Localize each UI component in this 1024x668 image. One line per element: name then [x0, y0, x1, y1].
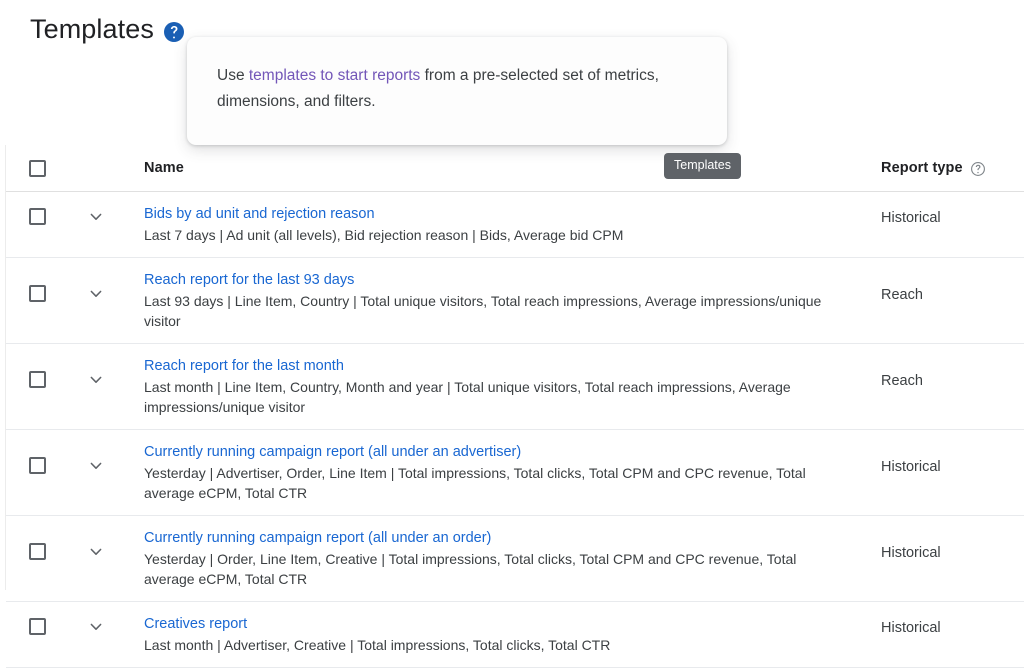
report-type-value: Reach [881, 373, 923, 389]
report-type-value: Historical [881, 545, 941, 561]
report-name-link[interactable]: Currently running campaign report (all u… [144, 528, 846, 548]
row-checkbox-cell [6, 602, 68, 635]
row-report-type-cell: Historical [864, 430, 1024, 489]
report-type-value: Historical [881, 459, 941, 475]
row-report-type-cell: Historical [864, 192, 1024, 240]
page-title: Templates [30, 13, 154, 45]
report-name-link[interactable]: Reach report for the last month [144, 356, 846, 376]
select-all-checkbox[interactable] [29, 160, 46, 177]
row-name-cell: Currently running campaign report (all u… [124, 430, 864, 515]
column-header-name[interactable]: Name [144, 160, 184, 176]
help-circle-outline-icon[interactable] [970, 161, 986, 177]
row-name-cell: Reach report for the last month Last mon… [124, 344, 864, 429]
row-expand-cell [68, 258, 124, 304]
popover-text-before: Use [217, 67, 249, 84]
row-checkbox-cell [6, 516, 68, 560]
table-row[interactable]: Currently running campaign report (all u… [6, 430, 1024, 516]
table-row[interactable]: Currently running campaign report (all u… [6, 516, 1024, 602]
row-name-cell: Currently running campaign report (all u… [124, 516, 864, 601]
row-select-checkbox[interactable] [29, 208, 46, 225]
row-select-checkbox[interactable] [29, 618, 46, 635]
table-row[interactable]: Reach report for the last month Last mon… [6, 344, 1024, 430]
row-expand-cell [68, 192, 124, 227]
row-name-cell: Bids by ad unit and rejection reason Las… [124, 192, 864, 257]
popover-text: Use templates to start reports from a pr… [217, 63, 697, 115]
chevron-down-icon[interactable] [86, 542, 106, 562]
table-row[interactable]: Creatives report Last month | Advertiser… [6, 602, 1024, 668]
row-expand-cell [68, 602, 124, 637]
report-description: Last month | Advertiser, Creative | Tota… [144, 637, 610, 653]
chevron-down-icon[interactable] [86, 284, 106, 304]
row-report-type-cell: Historical [864, 516, 1024, 575]
row-select-checkbox[interactable] [29, 457, 46, 474]
chevron-down-icon[interactable] [86, 370, 106, 390]
report-name-link[interactable]: Currently running campaign report (all u… [144, 442, 846, 462]
table-row[interactable]: Reach report for the last 93 days Last 9… [6, 258, 1024, 344]
row-select-checkbox[interactable] [29, 543, 46, 560]
popover-link[interactable]: templates to start reports [249, 67, 420, 84]
table-row[interactable]: Bids by ad unit and rejection reason Las… [6, 192, 1024, 258]
chevron-down-icon[interactable] [86, 207, 106, 227]
row-checkbox-cell [6, 430, 68, 474]
row-report-type-cell: Reach [864, 344, 1024, 403]
row-name-cell: Reach report for the last 93 days Last 9… [124, 258, 864, 343]
report-description: Yesterday | Advertiser, Order, Line Item… [144, 465, 806, 501]
page-title-row: Templates [30, 13, 184, 45]
row-expand-cell [68, 430, 124, 476]
row-report-type-cell: Historical [864, 602, 1024, 650]
row-checkbox-cell [6, 258, 68, 302]
row-expand-cell [68, 344, 124, 390]
row-expand-cell [68, 516, 124, 562]
header-report-type-cell: Report type [864, 160, 1024, 176]
row-checkbox-cell [6, 192, 68, 225]
report-type-value: Historical [881, 210, 941, 226]
chevron-down-icon[interactable] [86, 617, 106, 637]
report-type-value: Reach [881, 287, 923, 303]
report-description: Yesterday | Order, Line Item, Creative |… [144, 551, 796, 587]
row-report-type-cell: Reach [864, 258, 1024, 317]
report-description: Last 93 days | Line Item, Country | Tota… [144, 293, 821, 329]
row-checkbox-cell [6, 344, 68, 388]
column-header-report-type[interactable]: Report type [881, 160, 963, 176]
row-select-checkbox[interactable] [29, 285, 46, 302]
report-type-value: Historical [881, 620, 941, 636]
report-name-link[interactable]: Creatives report [144, 614, 846, 634]
header-name-cell: Name [124, 159, 864, 177]
report-name-link[interactable]: Reach report for the last 93 days [144, 270, 846, 290]
templates-help-popover: Use templates to start reports from a pr… [187, 37, 727, 145]
report-description: Last 7 days | Ad unit (all levels), Bid … [144, 227, 623, 243]
report-description: Last month | Line Item, Country, Month a… [144, 379, 791, 415]
help-circle-icon[interactable] [164, 22, 184, 42]
templates-hover-tooltip: Templates [664, 153, 741, 179]
chevron-down-icon[interactable] [86, 456, 106, 476]
row-select-checkbox[interactable] [29, 371, 46, 388]
row-name-cell: Creatives report Last month | Advertiser… [124, 602, 864, 667]
header-checkbox-cell [6, 160, 68, 177]
report-name-link[interactable]: Bids by ad unit and rejection reason [144, 204, 846, 224]
table-header-row: Name Report type [6, 145, 1024, 192]
